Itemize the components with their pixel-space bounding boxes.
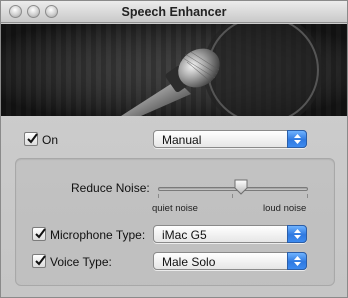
slider-tick <box>158 194 159 198</box>
speech-enhancer-window: Speech Enhancer On Manual Reduce Noise: … <box>0 0 348 298</box>
voice-type-checkbox[interactable] <box>32 254 46 268</box>
voice-type-label: Voice Type: <box>50 255 112 269</box>
microphone-type-value: iMac G5 <box>162 228 207 242</box>
voice-type-popup-arrows <box>287 252 307 270</box>
on-label: On <box>42 133 59 147</box>
reduce-noise-thumb[interactable] <box>233 179 249 195</box>
popup-arrows-icon <box>294 134 301 144</box>
preset-popup-arrows <box>287 130 307 148</box>
voice-type-popup[interactable]: Male Solo <box>153 252 307 270</box>
reduce-noise-label: Reduce Noise: <box>71 181 150 195</box>
preset-popup[interactable]: Manual <box>153 130 307 148</box>
quiet-noise-label: quiet noise <box>152 203 198 214</box>
on-checkbox[interactable] <box>24 132 38 146</box>
preset-value: Manual <box>162 133 202 147</box>
title-bar: Speech Enhancer <box>1 1 347 23</box>
slider-tick <box>307 194 308 198</box>
microphone-type-label: Microphone Type: <box>50 228 146 242</box>
window-title: Speech Enhancer <box>121 5 227 19</box>
microphone-illustration <box>1 24 347 116</box>
microphone-type-popup-arrows <box>287 225 307 243</box>
popup-arrows-icon <box>294 229 301 239</box>
microphone-type-popup[interactable]: iMac G5 <box>153 225 307 243</box>
popup-arrows-icon <box>294 256 301 266</box>
microphone-type-checkbox[interactable] <box>32 227 46 241</box>
checkmark-icon <box>27 133 38 144</box>
checkmark-icon <box>35 255 46 266</box>
loud-noise-label: loud noise <box>263 203 307 214</box>
voice-type-value: Male Solo <box>162 255 216 269</box>
microphone-banner <box>1 24 347 116</box>
checkmark-icon <box>35 228 46 239</box>
